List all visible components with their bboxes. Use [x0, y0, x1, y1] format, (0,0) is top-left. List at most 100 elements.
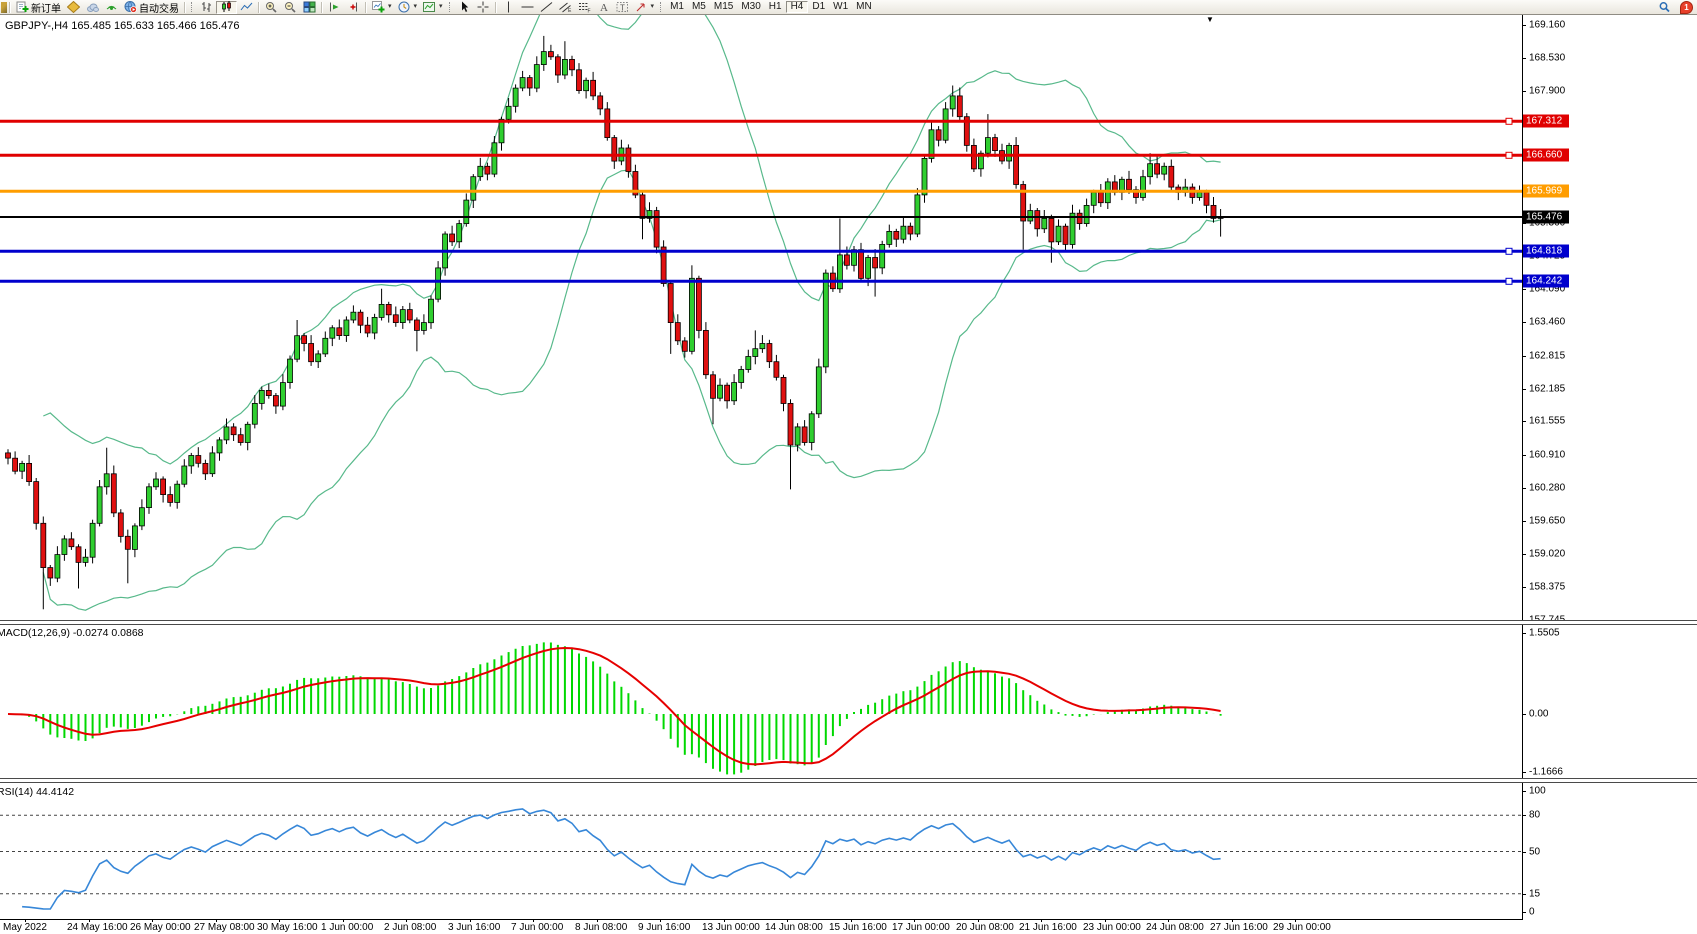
- line-chart-button[interactable]: [237, 1, 256, 14]
- price-tick: [1522, 488, 1526, 489]
- rsi-tick: [1522, 815, 1526, 816]
- toolbar-separator: [321, 2, 323, 13]
- time-tick-label: 29 Jun 00:00: [1273, 922, 1331, 933]
- time-tick-label: 17 Jun 00:00: [892, 922, 950, 933]
- price-tick: [1522, 289, 1526, 290]
- search-button[interactable]: [1655, 1, 1674, 14]
- toolbar-grip[interactable]: [449, 2, 452, 12]
- rsi-tick: [1522, 912, 1526, 913]
- tile-windows-button[interactable]: [300, 1, 319, 14]
- price-line-label: 164.242: [1523, 275, 1569, 288]
- cloud-button[interactable]: [83, 1, 102, 14]
- candlestick-chart-button[interactable]: [216, 1, 237, 14]
- timeframe-m15-button[interactable]: M15: [710, 1, 737, 13]
- auto-scroll-button[interactable]: [325, 1, 344, 14]
- chart-shift-marker-icon[interactable]: ▼: [1206, 15, 1214, 24]
- price-tick-label: 163.460: [1529, 317, 1565, 328]
- rsi-tick: [1522, 852, 1526, 853]
- autotrading-button[interactable]: 自动交易: [121, 1, 182, 14]
- timeframe-w1-button[interactable]: W1: [829, 1, 852, 13]
- toolbar-separator: [258, 2, 260, 13]
- price-tick: [1522, 322, 1526, 323]
- chart-shift-icon: [347, 1, 360, 13]
- chart-shift-button[interactable]: [344, 1, 363, 14]
- timeframe-mn-button[interactable]: MN: [852, 1, 876, 13]
- macd-panel-canvas[interactable]: [0, 625, 1522, 777]
- macd-tick: [1522, 714, 1526, 715]
- trendline-button[interactable]: [537, 1, 556, 14]
- bar-chart-button[interactable]: [197, 1, 216, 14]
- time-axis[interactable]: May 202224 May 16:0026 May 00:0027 May 0…: [0, 919, 1697, 934]
- time-tick-label: 7 Jun 00:00: [511, 922, 563, 933]
- cursor-icon: [458, 1, 471, 13]
- fibonacci-icon: F: [578, 1, 591, 13]
- price-axis[interactable]: 169.160168.530167.900167.265166.630165.9…: [1522, 0, 1697, 934]
- toolbar-grip[interactable]: [660, 2, 663, 12]
- macd-panel-resize-separator[interactable]: [0, 620, 1697, 625]
- horizontal-lines[interactable]: [0, 118, 1522, 284]
- cursor-button[interactable]: [455, 1, 474, 14]
- text-label-button[interactable]: T: [613, 1, 632, 14]
- time-tick-label: 9 Jun 16:00: [638, 922, 690, 933]
- rsi-panel-resize-separator[interactable]: [0, 778, 1697, 783]
- periods-button[interactable]: ▾: [395, 1, 421, 14]
- text-button[interactable]: A: [594, 1, 613, 14]
- rsi-panel-canvas[interactable]: [0, 784, 1522, 918]
- rsi-indicator-label: RSI(14) 44.4142: [0, 786, 74, 798]
- timeframe-m30-button[interactable]: M30: [737, 1, 764, 13]
- main-chart-canvas[interactable]: [0, 14, 1522, 621]
- line-chart-icon: [240, 1, 253, 13]
- timeframe-h1-button[interactable]: H1: [765, 1, 786, 13]
- templates-button[interactable]: ▾: [420, 1, 446, 14]
- time-tick-label: 15 Jun 16:00: [829, 922, 887, 933]
- bollinger-bands: [43, 14, 1220, 610]
- time-tick-label: 8 Jun 08:00: [575, 922, 627, 933]
- toolbar: 新订单 自动交易 ▾ ▾: [0, 0, 1697, 15]
- arrows-button[interactable]: ▾: [632, 1, 658, 14]
- fibonacci-button[interactable]: F: [575, 1, 594, 14]
- timeframe-m5-button[interactable]: M5: [688, 1, 710, 13]
- horizontal-line-button[interactable]: [518, 1, 537, 14]
- crosshair-button[interactable]: [474, 1, 493, 14]
- price-tick-label: 160.910: [1529, 450, 1565, 461]
- price-tick-label: 159.020: [1529, 549, 1565, 560]
- price-tick-label: 162.815: [1529, 351, 1565, 362]
- svg-text:T: T: [620, 4, 625, 13]
- price-tick: [1522, 421, 1526, 422]
- equidistant-channel-button[interactable]: E: [556, 1, 575, 14]
- indicators-add-icon: [372, 1, 385, 13]
- rsi-tick: [1522, 791, 1526, 792]
- timeframe-d1-button[interactable]: D1: [808, 1, 829, 13]
- time-tick-label: 21 Jun 16:00: [1019, 922, 1077, 933]
- price-tick: [1522, 356, 1526, 357]
- arrows-caret-icon: ▾: [651, 1, 655, 13]
- vertical-line-button[interactable]: [499, 1, 518, 14]
- toolbar-separator: [495, 2, 497, 13]
- indicators-button[interactable]: ▾: [369, 1, 395, 14]
- price-tick-label: 161.555: [1529, 416, 1565, 427]
- price-tick-label: 160.280: [1529, 483, 1565, 494]
- macd-histogram: [8, 642, 1221, 774]
- price-line-label: 167.312: [1523, 115, 1569, 128]
- zoom-out-button[interactable]: [281, 1, 300, 14]
- timeframe-m1-button[interactable]: M1: [666, 1, 688, 13]
- macd-tick: [1522, 633, 1526, 634]
- notification-badge[interactable]: 1: [1680, 1, 1693, 14]
- metaeditor-icon: [67, 1, 80, 13]
- arrows-icon: [635, 1, 648, 13]
- rsi-scale-label: 15: [1529, 889, 1540, 900]
- price-tick: [1522, 521, 1526, 522]
- timeframe-h4-button[interactable]: H4: [786, 1, 809, 13]
- time-tick-label: 3 Jun 16:00: [448, 922, 500, 933]
- new-order-button[interactable]: 新订单: [13, 1, 64, 14]
- price-tick-label: 167.900: [1529, 86, 1565, 97]
- zoom-out-icon: [284, 1, 297, 13]
- price-tick: [1522, 389, 1526, 390]
- metaeditor-button[interactable]: [64, 1, 83, 14]
- time-tick-label: 27 Jun 16:00: [1210, 922, 1268, 933]
- toolbar-grip[interactable]: [191, 2, 194, 12]
- zoom-in-button[interactable]: [262, 1, 281, 14]
- signals-button[interactable]: [102, 1, 121, 14]
- time-tick-label: 20 Jun 08:00: [956, 922, 1014, 933]
- time-tick-label: 13 Jun 00:00: [702, 922, 760, 933]
